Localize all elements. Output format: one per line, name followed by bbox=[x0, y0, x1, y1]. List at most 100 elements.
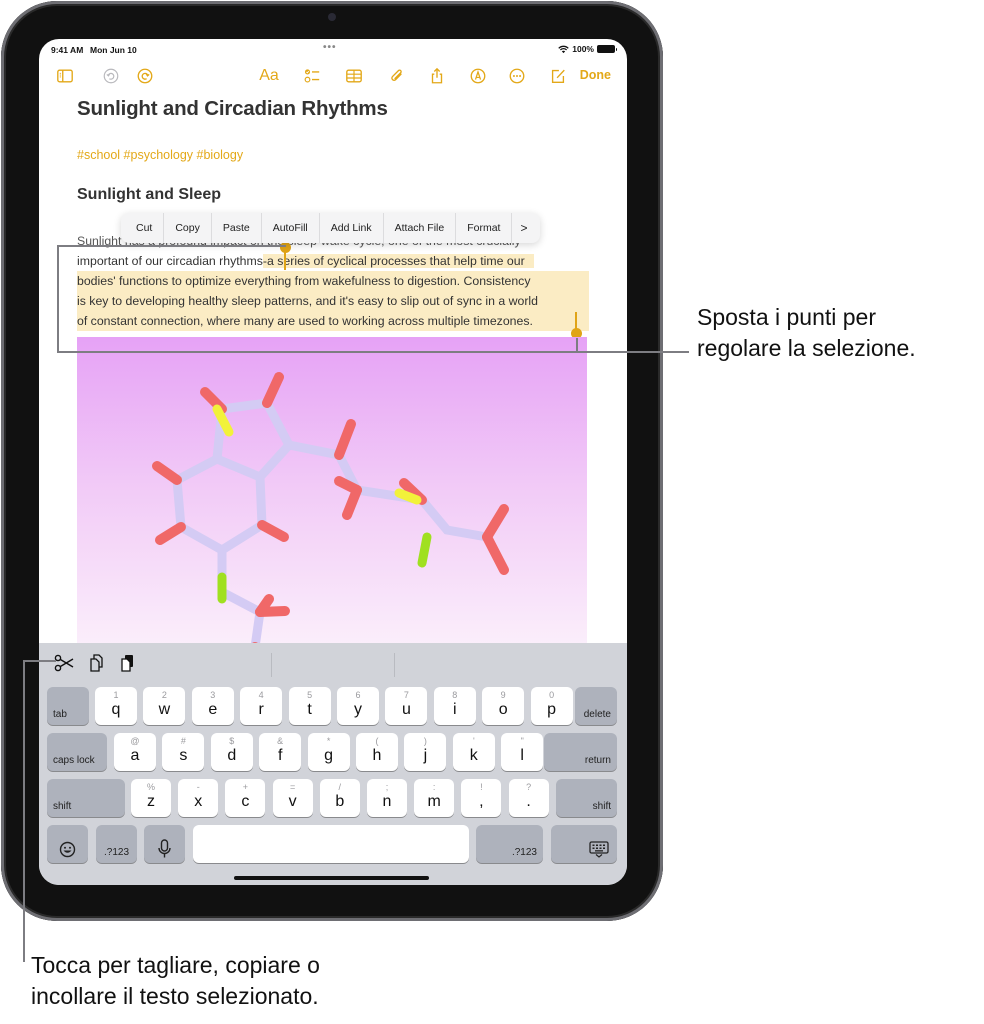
key-c[interactable]: + c bbox=[225, 779, 266, 817]
key-x[interactable]: -x bbox=[178, 779, 219, 817]
text-format-icon[interactable]: Aa bbox=[258, 65, 280, 87]
space-bar[interactable] bbox=[193, 825, 469, 863]
key-o[interactable]: 9o bbox=[482, 687, 525, 725]
shift-right-key[interactable]: shift bbox=[556, 779, 617, 817]
callout-line bbox=[57, 245, 59, 353]
key-primary: , bbox=[479, 793, 484, 810]
copy-icon[interactable] bbox=[86, 652, 108, 674]
share-icon[interactable] bbox=[426, 65, 448, 87]
numbers-right-key[interactable]: .?123 bbox=[476, 825, 543, 863]
selection-start-caret bbox=[284, 251, 286, 270]
key-label: .?123 bbox=[511, 847, 537, 858]
key-secondary: ) bbox=[423, 736, 427, 746]
menu-copy[interactable]: Copy bbox=[164, 213, 212, 243]
key-f[interactable]: & f bbox=[259, 733, 302, 771]
dictation-key[interactable] bbox=[144, 825, 185, 863]
shift-left-key[interactable]: shift bbox=[47, 779, 125, 817]
key-z[interactable]: % z bbox=[131, 779, 171, 817]
key-y[interactable]: 6y bbox=[337, 687, 379, 725]
key-secondary: @ bbox=[130, 736, 140, 746]
key-g[interactable]: * g bbox=[307, 733, 350, 771]
key-l[interactable]: " l bbox=[501, 733, 544, 771]
table-icon[interactable] bbox=[343, 65, 365, 87]
key-t[interactable]: 5t bbox=[288, 687, 331, 725]
key-q[interactable]: 1q bbox=[95, 687, 137, 725]
paste-icon[interactable] bbox=[117, 652, 139, 674]
markup-icon[interactable] bbox=[467, 65, 489, 87]
menu-paste[interactable]: Paste bbox=[212, 213, 262, 243]
tab-key[interactable]: tab bbox=[47, 687, 89, 725]
molecule-drawing bbox=[152, 372, 509, 649]
key-p[interactable]: 0p bbox=[530, 687, 573, 725]
home-indicator[interactable] bbox=[234, 876, 429, 880]
key-a[interactable]: @ a bbox=[114, 733, 156, 771]
menu-cut[interactable]: Cut bbox=[125, 213, 165, 243]
key-primary: b bbox=[335, 793, 345, 810]
key-b[interactable]: / b bbox=[319, 779, 360, 817]
shortcut-divider bbox=[394, 653, 395, 677]
emoji-icon bbox=[59, 841, 76, 858]
menu-more-chevron-icon[interactable]: > bbox=[512, 213, 535, 243]
key-secondary: 7 bbox=[403, 690, 409, 700]
undo-icon[interactable] bbox=[100, 65, 122, 87]
key-u[interactable]: 7u bbox=[385, 687, 428, 725]
caps-lock-key[interactable]: caps lock bbox=[47, 733, 107, 771]
delete-key[interactable]: delete bbox=[575, 687, 617, 725]
key-n[interactable]: ; n bbox=[367, 779, 407, 817]
callout-shortcuts: Tocca per tagliare, copiare o incollare … bbox=[31, 950, 320, 1012]
callout-line bbox=[576, 338, 578, 352]
key-primary: h bbox=[372, 747, 382, 764]
key-h[interactable]: (h bbox=[356, 733, 398, 771]
key-secondary: / bbox=[338, 782, 342, 792]
key-secondary: $ bbox=[229, 736, 235, 746]
text-selected: -a series of cyclical processes that hel… bbox=[262, 254, 534, 268]
key-primary: y bbox=[354, 701, 362, 718]
microphone-icon bbox=[158, 839, 171, 858]
note-title[interactable]: Sunlight and Circadian Rhythms bbox=[77, 97, 388, 121]
callout-shortcuts-line: incollare il testo selezionato. bbox=[31, 983, 319, 1009]
note-subheading[interactable]: Sunlight and Sleep bbox=[77, 186, 221, 204]
note-tags[interactable]: #school #psychology #biology bbox=[77, 148, 243, 162]
key-period[interactable]: ?. bbox=[508, 779, 549, 817]
key-j[interactable]: ) j bbox=[404, 733, 447, 771]
scissors-icon[interactable] bbox=[53, 652, 75, 674]
compose-icon[interactable] bbox=[547, 65, 569, 87]
callout-handles-line: Sposta i punti per bbox=[697, 304, 877, 330]
key-e[interactable]: 3e bbox=[191, 687, 234, 725]
done-button[interactable]: Done bbox=[580, 68, 611, 82]
numbers-left-key[interactable]: .?123 bbox=[96, 825, 137, 863]
key-primary: v bbox=[288, 793, 297, 810]
key-primary: e bbox=[208, 701, 218, 718]
key-secondary: 2 bbox=[161, 690, 167, 700]
key-s[interactable]: # s bbox=[162, 733, 205, 771]
molecule-image[interactable] bbox=[77, 337, 587, 649]
status-right: 100% bbox=[558, 44, 617, 54]
key-secondary: ? bbox=[526, 782, 532, 792]
return-key[interactable]: return bbox=[544, 733, 617, 771]
more-icon[interactable] bbox=[506, 65, 528, 87]
key-comma[interactable]: !, bbox=[461, 779, 502, 817]
menu-add-link[interactable]: Add Link bbox=[320, 213, 384, 243]
key-d[interactable]: $ d bbox=[210, 733, 253, 771]
key-m[interactable]: :m bbox=[414, 779, 455, 817]
key-v[interactable]: = v bbox=[272, 779, 313, 817]
multitasking-dots-icon[interactable]: ••• bbox=[323, 42, 337, 53]
key-w[interactable]: 2w bbox=[143, 687, 186, 725]
key-r[interactable]: 4r bbox=[240, 687, 283, 725]
menu-autofill[interactable]: AutoFill bbox=[262, 213, 320, 243]
menu-format[interactable]: Format bbox=[456, 213, 513, 243]
checklist-icon[interactable] bbox=[301, 65, 323, 87]
menu-attach-file[interactable]: Attach File bbox=[384, 213, 457, 243]
key-k[interactable]: ' k bbox=[452, 733, 495, 771]
emoji-key[interactable] bbox=[47, 825, 88, 863]
key-primary: z bbox=[147, 793, 155, 810]
attachment-icon[interactable] bbox=[386, 65, 408, 87]
keyboard-dismiss-key[interactable] bbox=[551, 825, 617, 863]
key-primary: r bbox=[258, 701, 264, 718]
keyboard-dismiss-icon bbox=[589, 841, 609, 858]
key-secondary: = bbox=[289, 782, 296, 792]
redo-icon[interactable] bbox=[134, 65, 156, 87]
sidebar-icon[interactable] bbox=[54, 65, 76, 87]
text-selected: of constant connection, where many are u… bbox=[77, 314, 533, 328]
key-i[interactable]: 8i bbox=[433, 687, 476, 725]
